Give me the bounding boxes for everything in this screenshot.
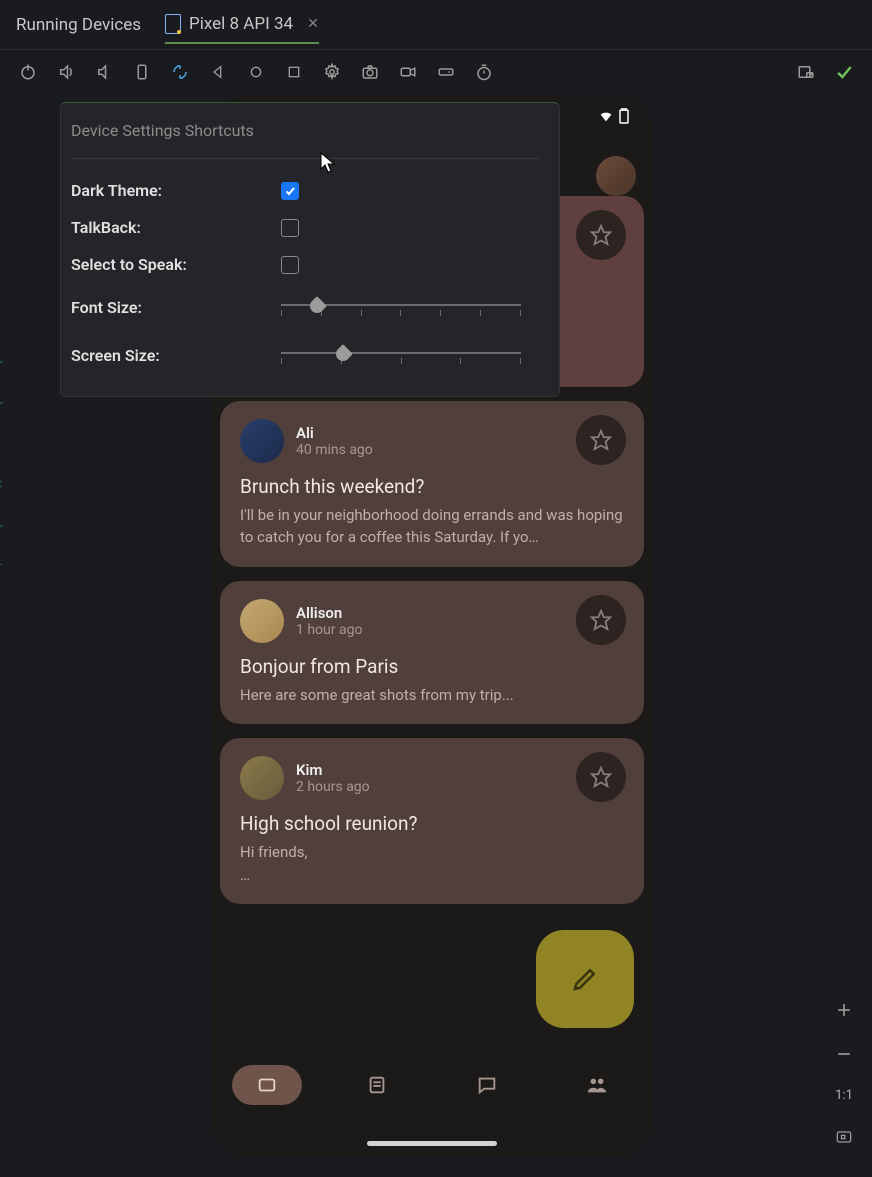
sender-name: Ali xyxy=(296,424,373,442)
dark-theme-checkbox[interactable] xyxy=(281,182,299,200)
zoom-out-icon[interactable] xyxy=(834,1044,854,1064)
tab-device[interactable]: Pixel 8 API 34 ✕ xyxy=(165,6,319,44)
back-icon[interactable] xyxy=(208,62,228,82)
email-time: 2 hours ago xyxy=(296,779,370,795)
stopwatch-icon[interactable] xyxy=(474,62,494,82)
input-icon[interactable] xyxy=(436,62,456,82)
toolbar xyxy=(0,50,872,94)
font-size-label: Font Size: xyxy=(71,298,281,317)
rotate-device-icon[interactable] xyxy=(132,62,152,82)
home-indicator[interactable] xyxy=(367,1141,497,1146)
star-button[interactable] xyxy=(576,210,626,260)
settings-icon[interactable] xyxy=(322,62,342,82)
email-card[interactable]: Kim 2 hours ago High school reunion? Hi … xyxy=(220,738,644,904)
fit-screen-icon[interactable] xyxy=(834,1127,854,1147)
side-markers: ι⌄⌄ᴸς⌄⌐ xyxy=(0,314,5,571)
email-card[interactable]: Ali 40 mins ago Brunch this weekend? I'l… xyxy=(220,401,644,567)
battery-icon xyxy=(618,108,630,124)
email-preview: Hi friends, … xyxy=(240,841,624,886)
email-card[interactable]: Allison 1 hour ago Bonjour from Paris He… xyxy=(220,581,644,725)
volume-up-icon[interactable] xyxy=(56,62,76,82)
star-button[interactable] xyxy=(576,752,626,802)
tab-running-devices[interactable]: Running Devices xyxy=(16,7,141,43)
bottom-nav xyxy=(212,1050,652,1120)
checkmark-icon[interactable] xyxy=(834,62,854,82)
close-icon[interactable]: ✕ xyxy=(307,16,319,32)
power-icon[interactable] xyxy=(18,62,38,82)
avatar[interactable] xyxy=(240,419,284,463)
home-icon[interactable] xyxy=(246,62,266,82)
avatar[interactable] xyxy=(596,156,636,196)
tab-label: Pixel 8 API 34 xyxy=(189,14,293,34)
camera-icon[interactable] xyxy=(360,62,380,82)
pip-icon[interactable] xyxy=(796,62,816,82)
screen-size-slider[interactable] xyxy=(281,340,521,370)
right-controls: 1:1 xyxy=(834,1000,854,1147)
nav-groups[interactable] xyxy=(562,1065,632,1105)
rotate-orientation-icon[interactable] xyxy=(170,62,190,82)
star-button[interactable] xyxy=(576,595,626,645)
volume-down-icon[interactable] xyxy=(94,62,114,82)
avatar[interactable] xyxy=(240,599,284,643)
star-button[interactable] xyxy=(576,415,626,465)
compose-fab[interactable] xyxy=(536,930,634,1028)
zoom-level-label[interactable]: 1:1 xyxy=(835,1088,853,1103)
tab-label: Running Devices xyxy=(16,15,141,35)
dark-theme-label: Dark Theme: xyxy=(71,181,281,200)
wifi-icon xyxy=(598,108,614,124)
screen-size-label: Screen Size: xyxy=(71,346,281,365)
select-to-speak-label: Select to Speak: xyxy=(71,255,281,274)
zoom-in-icon[interactable] xyxy=(834,1000,854,1020)
device-settings-popup: Device Settings Shortcuts Dark Theme: Ta… xyxy=(60,102,560,397)
overview-icon[interactable] xyxy=(284,62,304,82)
email-preview: I'll be in your neighborhood doing erran… xyxy=(240,504,624,549)
select-to-speak-checkbox[interactable] xyxy=(281,256,299,274)
sender-name: Allison xyxy=(296,604,362,622)
email-subject: Brunch this weekend? xyxy=(240,475,624,498)
sender-name: Kim xyxy=(296,761,370,779)
nav-articles[interactable] xyxy=(342,1065,412,1105)
font-size-slider[interactable] xyxy=(281,292,521,322)
email-time: 40 mins ago xyxy=(296,442,373,458)
email-preview: Here are some great shots from my trip..… xyxy=(240,684,624,707)
phone-icon xyxy=(165,14,181,34)
email-time: 1 hour ago xyxy=(296,622,362,638)
settings-title: Device Settings Shortcuts xyxy=(71,121,539,159)
talkback-label: TalkBack: xyxy=(71,218,281,237)
talkback-checkbox[interactable] xyxy=(281,219,299,237)
avatar[interactable] xyxy=(240,756,284,800)
nav-inbox[interactable] xyxy=(232,1065,302,1105)
video-icon[interactable] xyxy=(398,62,418,82)
email-subject: Bonjour from Paris xyxy=(240,655,624,678)
email-subject: High school reunion? xyxy=(240,812,624,835)
nav-messages[interactable] xyxy=(452,1065,522,1105)
